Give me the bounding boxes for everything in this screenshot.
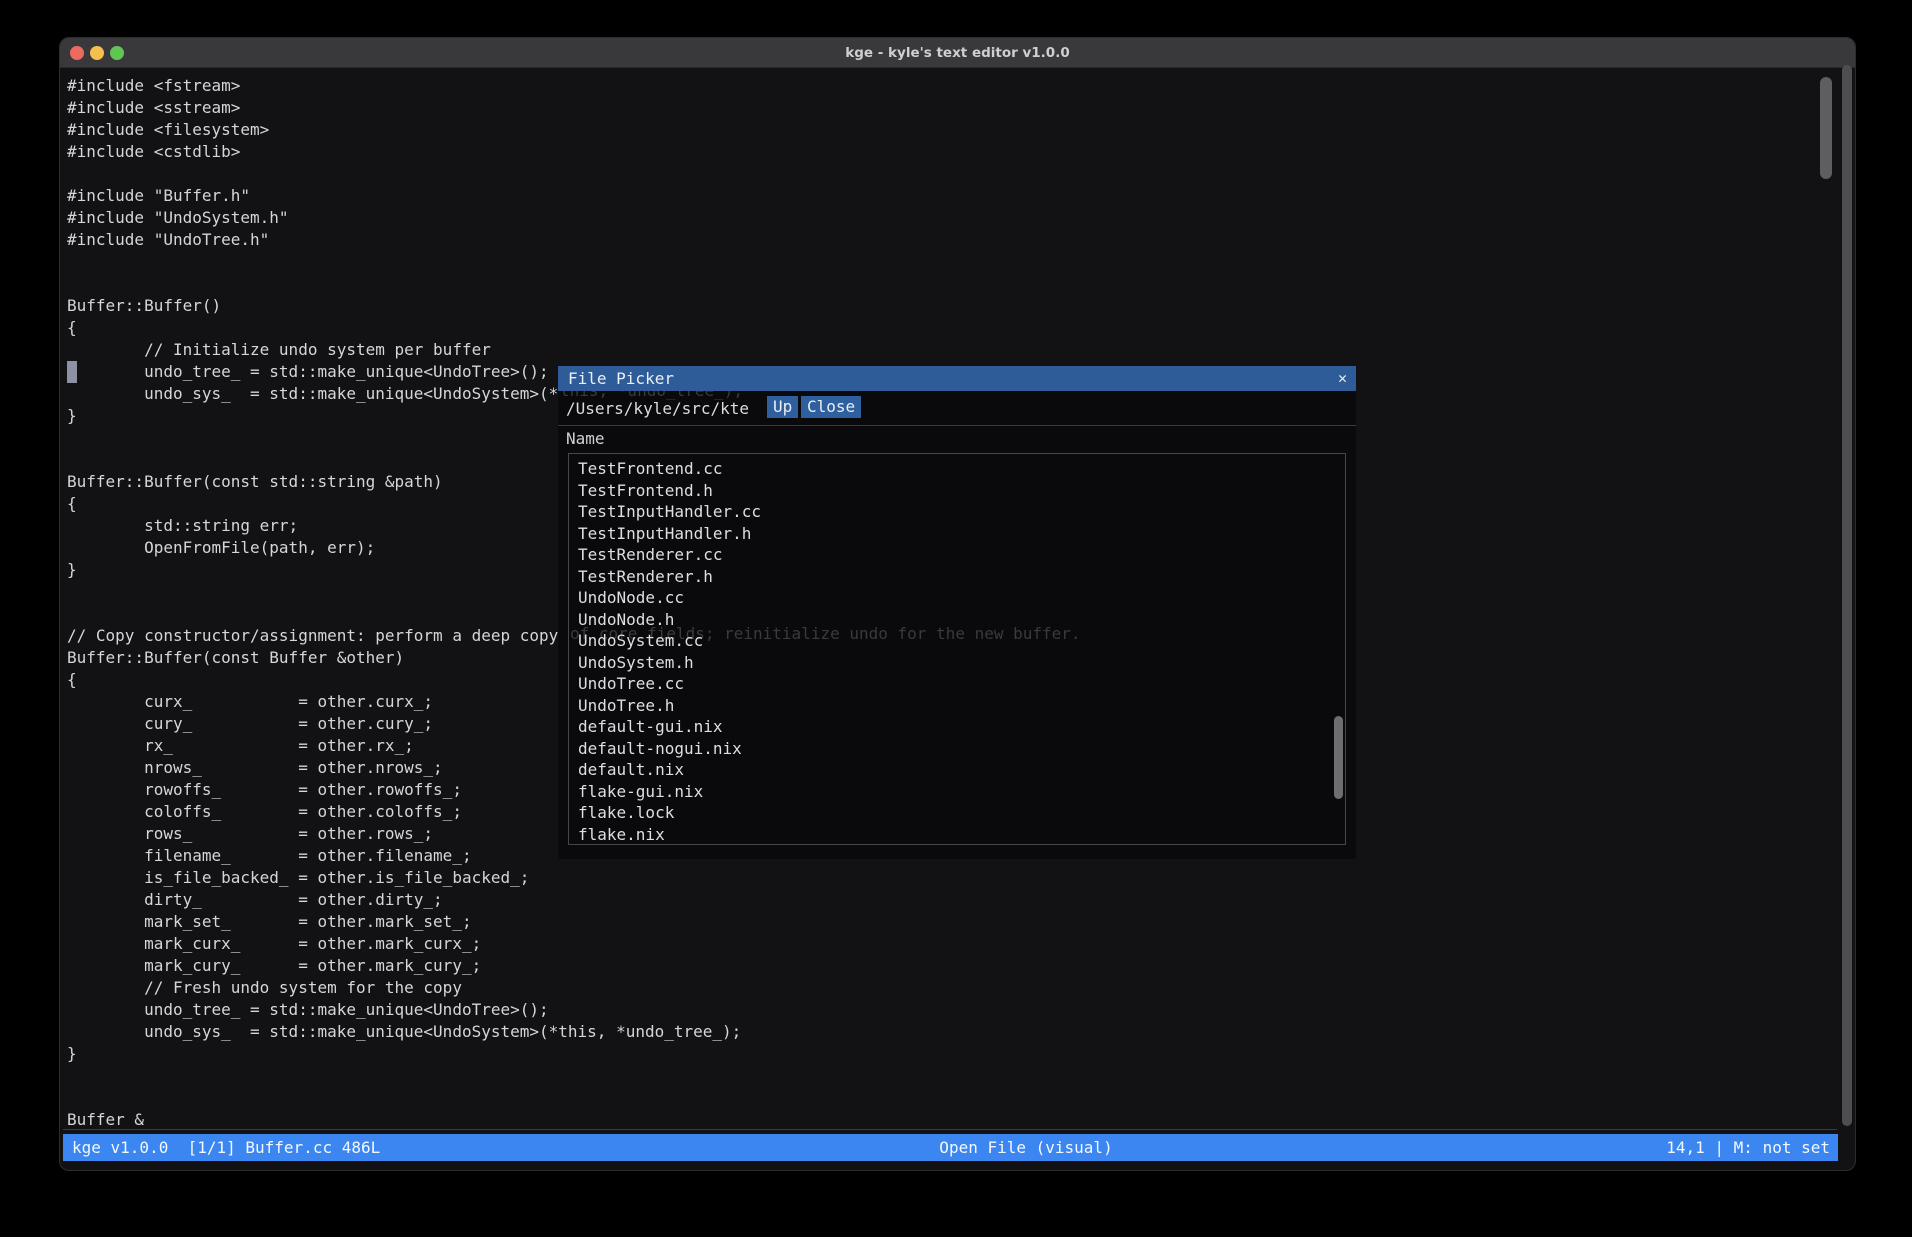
code-line: mark_cury_ = other.mark_cury_; [67, 955, 1078, 977]
app-window: kge - kyle's text editor v1.0.0 #include… [59, 37, 1856, 1171]
code-line: Buffer & [67, 1109, 1078, 1131]
status-cursor-position: 14,1 | M: not set [1666, 1134, 1830, 1161]
file-list-item[interactable]: TestInputHandler.h [569, 523, 1345, 545]
scrollbar-thumb[interactable] [1820, 77, 1832, 179]
file-list-item[interactable]: default-nogui.nix [569, 738, 1345, 760]
text-cursor [67, 361, 77, 383]
dialog-header[interactable]: File Picker ✕ [558, 366, 1356, 391]
status-mode: Open File (visual) [939, 1134, 1112, 1161]
status-bar: kge v1.0.0 [1/1] Buffer.cc 486L Open Fil… [63, 1134, 1838, 1161]
scrollbar-rail[interactable] [1842, 65, 1852, 1126]
file-list-item[interactable]: default.nix [569, 759, 1345, 781]
code-line: undo_sys_ = std::make_unique<UndoSystem>… [67, 1021, 1078, 1043]
code-line [67, 1065, 1078, 1087]
up-button[interactable]: Up [767, 396, 798, 418]
title-bar: kge - kyle's text editor v1.0.0 [60, 38, 1855, 68]
code-line: #include "Buffer.h" [67, 185, 1078, 207]
code-line: #include <sstream> [67, 97, 1078, 119]
file-list-item[interactable]: flake-gui.nix [569, 781, 1345, 803]
file-list-item[interactable]: UndoSystem.h [569, 652, 1345, 674]
file-list-item[interactable]: UndoNode.h [569, 609, 1345, 631]
code-line: } [67, 1043, 1078, 1065]
file-list[interactable]: TestFrontend.ccTestFrontend.hTestInputHa… [568, 453, 1346, 845]
code-line: mark_curx_ = other.mark_curx_; [67, 933, 1078, 955]
code-line: #include <filesystem> [67, 119, 1078, 141]
dialog-separator [558, 425, 1356, 426]
statusbar-separator [63, 1129, 1837, 1130]
dialog-close-icon[interactable]: ✕ [1338, 366, 1347, 391]
file-list-item[interactable]: default-gui.nix [569, 716, 1345, 738]
file-list-item[interactable]: UndoSystem.cc [569, 630, 1345, 652]
dialog-title: File Picker [568, 366, 674, 391]
close-button[interactable]: Close [801, 396, 861, 418]
file-list-item[interactable]: UndoNode.cc [569, 587, 1345, 609]
file-list-item[interactable]: UndoTree.h [569, 695, 1345, 717]
name-column-header: Name [566, 429, 605, 448]
file-list-item[interactable]: TestFrontend.h [569, 480, 1345, 502]
file-list-item[interactable]: TestFrontend.cc [569, 458, 1345, 480]
code-line [67, 251, 1078, 273]
file-list-item[interactable]: flake.nix [569, 824, 1345, 846]
code-line: // Fresh undo system for the copy [67, 977, 1078, 999]
file-list-item[interactable]: TestInputHandler.cc [569, 501, 1345, 523]
code-line: dirty_ = other.dirty_; [67, 889, 1078, 911]
code-line: #include <cstdlib> [67, 141, 1078, 163]
code-line: #include "UndoTree.h" [67, 229, 1078, 251]
code-line [67, 163, 1078, 185]
code-line: mark_set_ = other.mark_set_; [67, 911, 1078, 933]
file-list-item[interactable]: TestRenderer.h [569, 566, 1345, 588]
status-left: kge v1.0.0 [1/1] Buffer.cc 486L [72, 1134, 380, 1161]
code-line [67, 1087, 1078, 1109]
file-list-item[interactable]: TestRenderer.cc [569, 544, 1345, 566]
code-line: #include "UndoSystem.h" [67, 207, 1078, 229]
file-picker-dialog: this, *undo_tree_); of core fields; rein… [558, 366, 1356, 859]
code-line: #include <fstream> [67, 75, 1078, 97]
code-line: is_file_backed_ = other.is_file_backed_; [67, 867, 1078, 889]
file-list-scrollbar-thumb[interactable] [1334, 716, 1343, 799]
code-line [67, 273, 1078, 295]
code-line: { [67, 317, 1078, 339]
current-path: /Users/kyle/src/kte [566, 398, 749, 420]
window-title: kge - kyle's text editor v1.0.0 [60, 45, 1855, 61]
code-line: undo_tree_ = std::make_unique<UndoTree>(… [67, 999, 1078, 1021]
code-line: // Initialize undo system per buffer [67, 339, 1078, 361]
file-list-item[interactable]: UndoTree.cc [569, 673, 1345, 695]
file-list-item[interactable]: flake.lock [569, 802, 1345, 824]
code-line: Buffer::Buffer() [67, 295, 1078, 317]
